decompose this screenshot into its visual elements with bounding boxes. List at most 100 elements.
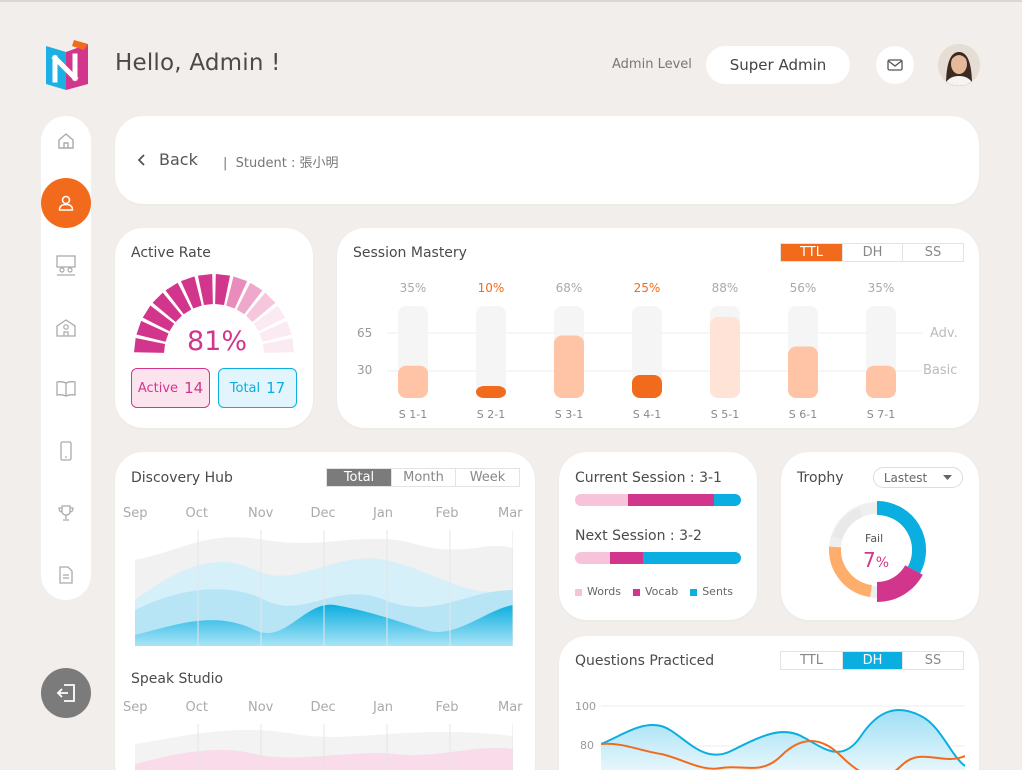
sidebar-item-home[interactable] (46, 121, 86, 161)
bar-pct-label: 10% (478, 281, 505, 295)
bar-pct-label: 35% (868, 281, 895, 295)
total-count-badge: Total 17 (218, 368, 297, 408)
bar-segment (714, 494, 741, 506)
month-label: Nov (248, 506, 274, 521)
chevron-left-icon (137, 153, 145, 166)
bar-session-label: S 1-1 (399, 408, 427, 421)
tab-q-ttl[interactable]: TTL (781, 652, 842, 669)
legend-vocab: Vocab (633, 585, 678, 598)
month-label: Oct (185, 700, 208, 715)
bar-segment (575, 494, 629, 506)
bar-S7-1 (866, 365, 896, 398)
avatar-icon (938, 44, 980, 86)
discovery-hub-card: Discovery Hub Total Month Week Sep Oct Nov… (115, 452, 535, 770)
discovery-hub-tabs: Total Month Week (326, 468, 520, 487)
active-rate-title: Active Rate (131, 245, 211, 261)
legend-words: Words (575, 585, 621, 598)
bar-S6-1 (788, 346, 818, 398)
month-label: Feb (435, 506, 459, 521)
questions-tabs: TTL DH SS (780, 651, 964, 670)
logout-icon (56, 684, 75, 702)
month-label: Nov (248, 700, 274, 715)
next-session-bar (575, 552, 741, 564)
month-label: Oct (185, 506, 208, 521)
book-n-logo-icon (46, 40, 88, 90)
month-label: Mar (498, 506, 523, 521)
active-rate-card: Active Rate 81% Active 14 Total 17 (115, 228, 313, 428)
total-label: Total (229, 380, 261, 396)
mail-button[interactable] (876, 46, 914, 84)
logout-button[interactable] (41, 668, 91, 718)
bar-session-label: S 7-1 (867, 408, 895, 421)
month-label: Sep (123, 700, 148, 715)
user-avatar[interactable] (938, 44, 980, 86)
month-label: Dec (310, 506, 336, 521)
bar-session-label: S 3-1 (555, 408, 583, 421)
breadcrumb: Back | Student : 張小明 (115, 116, 979, 204)
sidebar-item-device[interactable] (46, 431, 86, 471)
greeting-text: Hello, Admin ! (115, 50, 281, 76)
trophy-title: Trophy (797, 470, 844, 486)
trophy-card: Trophy Lastest Fail 7% (781, 452, 979, 620)
month-label: Mar (498, 700, 523, 715)
trophy-icon (58, 505, 74, 521)
trophy-period-dropdown[interactable]: Lastest (873, 467, 963, 488)
back-button[interactable]: Back (137, 150, 198, 169)
sidebar-item-student[interactable] (41, 178, 91, 228)
sidebar-item-library[interactable] (46, 369, 86, 409)
user-icon (58, 195, 74, 211)
trophy-period-value: Lastest (883, 470, 928, 485)
bar-pct-label: 68% (556, 281, 583, 295)
bar-segment (609, 552, 644, 564)
bar-pct-label: 25% (634, 281, 661, 295)
month-label: Feb (435, 700, 459, 715)
sidebar-item-report[interactable] (46, 555, 86, 595)
session-mastery-card: Session Mastery TTL DH SS 65 30 Adv. Bas… (337, 228, 979, 428)
q-y-label-80: 80 (580, 739, 594, 752)
session-legend: Words Vocab Sents (575, 585, 733, 598)
school-icon (56, 319, 76, 337)
legend-sents: Sents (690, 585, 733, 598)
sidebar-item-classroom[interactable] (46, 245, 86, 285)
current-session-bar (575, 494, 741, 506)
discovery-hub-wave-chart (135, 530, 513, 646)
month-label: Jan (373, 700, 394, 715)
bar-pct-label: 35% (400, 281, 427, 295)
home-icon (58, 133, 74, 149)
phone-icon (60, 441, 72, 461)
breadcrumb-separator: | (223, 156, 228, 171)
tab-q-dh[interactable]: DH (842, 652, 902, 669)
questions-line-chart (601, 705, 965, 770)
q-y-label-100: 100 (575, 700, 596, 713)
questions-practiced-card: Questions Practiced TTL DH SS 100 80 (559, 636, 979, 770)
classroom-icon (56, 255, 76, 276)
active-count-badge: Active 14 (131, 368, 210, 408)
active-label: Active (137, 380, 179, 396)
month-label: Jan (373, 506, 394, 521)
sidebar-item-trophy[interactable] (46, 493, 86, 533)
bar-session-label: S 4-1 (633, 408, 661, 421)
active-rate-value: 81% (187, 326, 248, 357)
bar-S4-1 (632, 375, 662, 398)
month-label: Sep (123, 506, 148, 521)
mail-icon (887, 59, 903, 71)
tab-month[interactable]: Month (391, 469, 455, 486)
document-icon (59, 566, 73, 584)
bar-S2-1 (476, 386, 506, 398)
tab-week[interactable]: Week (455, 469, 519, 486)
back-label: Back (159, 150, 198, 169)
tab-total[interactable]: Total (327, 469, 391, 486)
admin-level-badge[interactable]: Super Admin (706, 46, 850, 84)
trophy-center-value: 7% (863, 548, 890, 572)
bar-segment (575, 552, 610, 564)
bar-segment (628, 494, 715, 506)
admin-level-label: Admin Level (612, 57, 692, 72)
bar-S5-1 (710, 317, 740, 398)
tab-q-ss[interactable]: SS (902, 652, 963, 669)
current-session-card: Current Session : 3-1 Next Session : 3-2… (559, 452, 757, 620)
next-session-title: Next Session : 3-2 (575, 528, 702, 544)
sidebar-item-school[interactable] (46, 308, 86, 348)
app-logo (44, 38, 90, 92)
current-session-title: Current Session : 3-1 (575, 470, 722, 486)
bar-S3-1 (554, 335, 584, 398)
